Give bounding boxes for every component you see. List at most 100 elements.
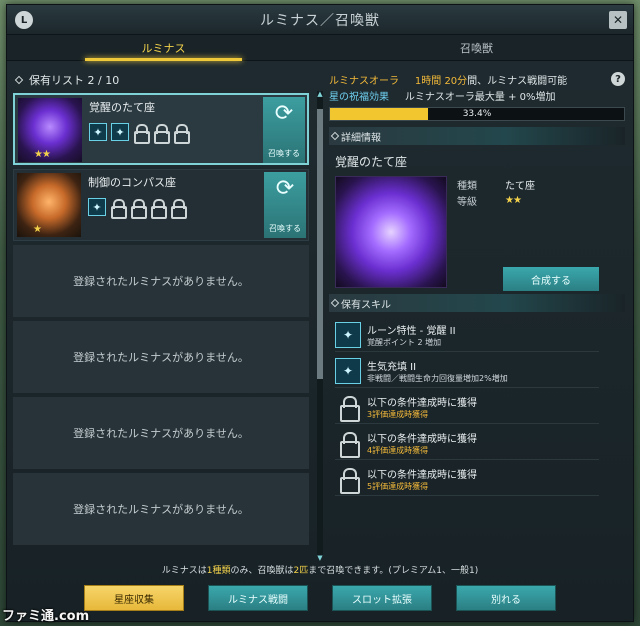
- summon-button[interactable]: ⟳ 召喚する: [264, 172, 306, 238]
- skills-header-label: 保有スキル: [341, 299, 391, 311]
- note-text: まで召喚できます。(プレミアム1、一般1): [308, 566, 479, 576]
- luminous-window: L ルミナス／召喚獣 ✕ ルミナス 召喚獣 保有リスト 2 / 10 ★★ 覚醒…: [6, 4, 634, 622]
- lock-icon: [150, 199, 167, 219]
- constellation-collect-button[interactable]: 星座収集: [84, 585, 184, 611]
- skill-title: ルーン特性 - 覚醒 II: [367, 325, 456, 337]
- aura-time: 1時間 20分: [414, 75, 468, 87]
- summon-icon: ⟳: [275, 176, 295, 201]
- skills-header: 保有スキル: [329, 294, 625, 312]
- empty-slot: 登録されたルミナスがありません。: [13, 473, 309, 545]
- progress-text: 33.4%: [462, 109, 492, 119]
- skill-item[interactable]: ✦ ルーン特性 - 覚醒 II 覚醒ポイント 2 増加: [335, 318, 599, 352]
- lock-icon: [110, 199, 127, 219]
- luminous-battle-button[interactable]: ルミナス戦闘: [208, 585, 308, 611]
- scroll-down-icon[interactable]: ▼: [317, 554, 323, 562]
- skill-item[interactable]: 以下の条件達成時に獲得 5評価達成時獲得: [335, 462, 599, 496]
- aura-row: ルミナスオーラ 1時間 20分間、ルミナス戦闘可能 ?: [329, 71, 625, 87]
- aura-time-suffix: 間、ルミナス戦闘可能: [467, 75, 568, 87]
- help-icon[interactable]: ?: [611, 72, 625, 86]
- kind-key: 種類: [457, 180, 477, 192]
- owned-list-header: 保有リスト 2 / 10: [13, 71, 319, 89]
- star-rating: ★★: [34, 149, 51, 160]
- footer-note: ルミナスは1種類のみ、召喚獣は2匹まで召喚できます。(プレミアム1、一般1): [7, 563, 633, 579]
- owned-list-label: 保有リスト 2 / 10: [29, 74, 120, 87]
- constellation-thumb: ★: [17, 173, 81, 237]
- owned-list: ★★ 覚醒のたて座 ✦ ✦ ⟳ 召喚する ★ 制御のコンパス座 ✦ ⟳ 召喚する…: [13, 93, 319, 545]
- scroll-thumb[interactable]: [317, 109, 323, 379]
- constellation-image: [335, 176, 447, 288]
- note-text: ルミナスは: [161, 566, 207, 576]
- skill-title: 以下の条件達成時に獲得: [367, 433, 477, 445]
- owned-list-panel: 保有リスト 2 / 10 ★★ 覚醒のたて座 ✦ ✦ ⟳ 召喚する ★ 制御のコ…: [7, 67, 325, 562]
- empty-slot: 登録されたルミナスがありません。: [13, 245, 309, 317]
- summon-button[interactable]: ⟳ 召喚する: [263, 97, 305, 163]
- skill-item[interactable]: ✦ 生気充填 II 非戦闘／戦闘生命力回復量増加2%増加: [335, 354, 599, 388]
- l-key-icon[interactable]: L: [15, 11, 33, 29]
- list-scrollbar[interactable]: [317, 91, 323, 557]
- list-item[interactable]: ★★ 覚醒のたて座 ✦ ✦ ⟳ 召喚する: [13, 93, 309, 165]
- titlebar: L ルミナス／召喚獣 ✕: [7, 5, 633, 35]
- tab-summon-beast[interactable]: 召喚獣: [320, 35, 633, 60]
- lock-icon: [335, 394, 361, 422]
- summon-label: 召喚する: [269, 224, 301, 233]
- blessing-value: ルミナスオーラ最大量 + 0%増加: [404, 91, 556, 103]
- skill-icon: ✦: [335, 321, 361, 348]
- diamond-icon: [330, 131, 340, 141]
- close-icon[interactable]: ✕: [609, 11, 627, 29]
- summon-icon: ⟳: [274, 101, 294, 126]
- skill-slot[interactable]: ✦: [89, 123, 107, 141]
- skill-desc: 5評価達成時獲得: [367, 481, 429, 491]
- tab-bar: ルミナス 召喚獣: [7, 35, 633, 61]
- skill-desc: 覚醒ポイント 2 増加: [367, 337, 442, 347]
- skill-list: ✦ ルーン特性 - 覚醒 II 覚醒ポイント 2 増加 ✦ 生気充填 II 非戦…: [329, 318, 625, 496]
- lock-icon: [170, 199, 187, 219]
- summon-label: 召喚する: [268, 149, 300, 158]
- empty-slot: 登録されたルミナスがありません。: [13, 397, 309, 469]
- skill-desc: 3評価達成時獲得: [367, 409, 429, 419]
- skill-slot[interactable]: ✦: [88, 198, 106, 216]
- detail-name: 覚醒のたて座: [335, 155, 408, 169]
- detail-header-label: 詳細情報: [341, 132, 381, 144]
- farewell-button[interactable]: 別れる: [456, 585, 556, 611]
- kind-row: 種類 たて座: [457, 176, 535, 192]
- skill-icon: ✦: [335, 357, 361, 384]
- diamond-icon: [330, 298, 340, 308]
- detail-panel: ルミナスオーラ 1時間 20分間、ルミナス戦闘可能 ? 星の祝福効果 ルミナスオ…: [325, 67, 633, 561]
- scroll-up-icon[interactable]: ▲: [317, 90, 323, 98]
- skill-title: 以下の条件達成時に獲得: [367, 397, 477, 409]
- note-text: のみ、召喚獣は: [230, 566, 294, 576]
- lock-icon: [133, 124, 150, 144]
- list-item[interactable]: ★ 制御のコンパス座 ✦ ⟳ 召喚する: [13, 169, 309, 241]
- window-title: ルミナス／召喚獣: [260, 12, 380, 29]
- grade-row: 等級 ★★: [457, 192, 535, 208]
- skill-item[interactable]: 以下の条件達成時に獲得 4評価達成時獲得: [335, 426, 599, 460]
- blessing-row: 星の祝福効果 ルミナスオーラ最大量 + 0%増加: [329, 87, 625, 103]
- empty-slot: 登録されたルミナスがありません。: [13, 321, 309, 393]
- blessing-label: 星の祝福効果: [329, 91, 389, 103]
- diamond-icon: [14, 75, 24, 85]
- skill-desc: 4評価達成時獲得: [367, 445, 429, 455]
- skill-slot[interactable]: ✦: [111, 123, 129, 141]
- grade-stars: ★★: [505, 194, 522, 206]
- skill-title: 生気充填 II: [367, 361, 417, 373]
- lock-icon: [335, 430, 361, 458]
- slot-expand-button[interactable]: スロット拡張: [332, 585, 432, 611]
- tab-luminous[interactable]: ルミナス: [7, 35, 320, 61]
- detail-header: 詳細情報: [329, 127, 625, 145]
- lock-icon: [335, 466, 361, 494]
- aura-label: ルミナスオーラ: [329, 75, 399, 87]
- kind-value: たて座: [505, 180, 535, 192]
- skill-desc: 非戦闘／戦闘生命力回復量増加2%増加: [367, 373, 508, 383]
- compose-button[interactable]: 合成する: [503, 267, 599, 291]
- note-highlight: 2匹: [293, 566, 309, 576]
- skill-item[interactable]: 以下の条件達成時に獲得 3評価達成時獲得: [335, 390, 599, 424]
- watermark-logo: ファミ通.com: [2, 609, 90, 624]
- note-highlight: 1種類: [206, 566, 231, 576]
- lock-icon: [153, 124, 170, 144]
- skill-title: 以下の条件達成時に獲得: [367, 469, 477, 481]
- constellation-thumb: ★★: [18, 98, 82, 162]
- star-rating: ★: [33, 224, 42, 235]
- grade-key: 等級: [457, 196, 477, 208]
- lock-icon: [173, 124, 190, 144]
- aura-progress-bar: 33.4%: [329, 107, 625, 121]
